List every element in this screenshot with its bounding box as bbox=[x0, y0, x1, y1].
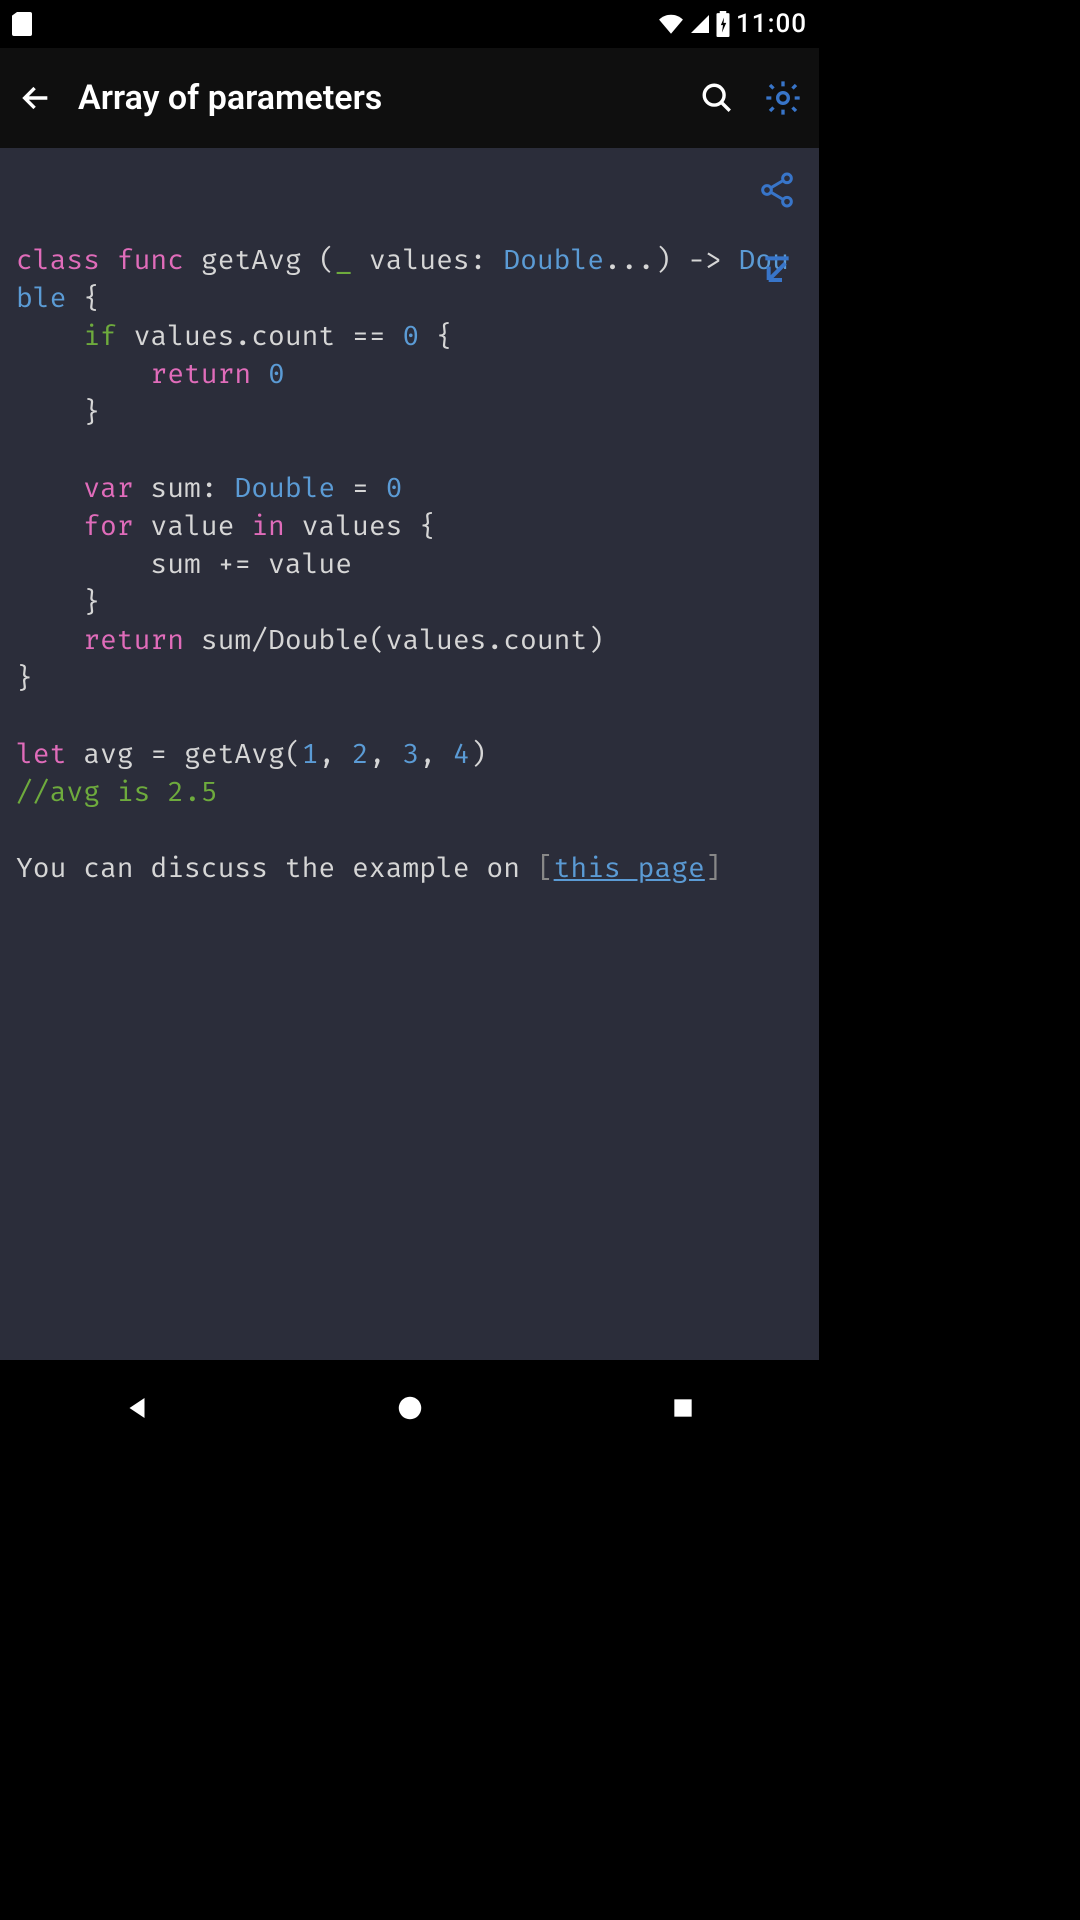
code-line-var: var sum: Double = 0 bbox=[16, 472, 402, 505]
page-title: Array of parameters bbox=[78, 78, 675, 118]
code-line-sum: sum += value bbox=[16, 548, 352, 581]
cell-signal-icon bbox=[690, 14, 710, 34]
code-line-ret: return sum/Double(values.count) bbox=[16, 624, 604, 657]
code-line-let: let avg = getAvg(1, 2, 3, 4) bbox=[16, 738, 487, 771]
status-left bbox=[12, 12, 32, 36]
collapse-button[interactable] bbox=[753, 246, 801, 294]
code-line-1: class func getAvg (_ values: Double...) … bbox=[16, 244, 789, 315]
code-line-fnclose: } bbox=[16, 662, 33, 695]
app-bar: Array of parameters bbox=[0, 48, 819, 148]
system-nav-bar bbox=[0, 1360, 819, 1456]
nav-recents-button[interactable] bbox=[653, 1378, 713, 1438]
settings-button[interactable] bbox=[759, 74, 807, 122]
code-line-for: for value in values { bbox=[16, 510, 436, 543]
wifi-icon bbox=[658, 14, 684, 34]
code-content[interactable]: class func getAvg (_ values: Double...) … bbox=[0, 148, 819, 1360]
search-button[interactable] bbox=[693, 74, 741, 122]
share-button[interactable] bbox=[753, 166, 801, 214]
code-line-forclose: } bbox=[16, 586, 100, 619]
code-line-if: if values.count == 0 { bbox=[16, 320, 453, 353]
nav-home-button[interactable] bbox=[380, 1378, 440, 1438]
nav-back-button[interactable] bbox=[107, 1378, 167, 1438]
code-line-closeif: } bbox=[16, 396, 100, 429]
battery-charging-icon bbox=[716, 11, 730, 37]
clock-time: 11:00 bbox=[736, 9, 807, 39]
floating-actions bbox=[753, 166, 801, 294]
status-right: 11:00 bbox=[658, 9, 807, 39]
code-line-ret0: return 0 bbox=[16, 358, 285, 391]
discuss-line: You can discuss the example on [this pag… bbox=[16, 852, 722, 885]
status-bar: 11:00 bbox=[0, 0, 819, 48]
sd-card-icon bbox=[12, 12, 32, 36]
code-comment: //avg is 2.5 bbox=[16, 776, 218, 809]
back-button[interactable] bbox=[12, 74, 60, 122]
discuss-link[interactable]: this page bbox=[554, 852, 705, 885]
